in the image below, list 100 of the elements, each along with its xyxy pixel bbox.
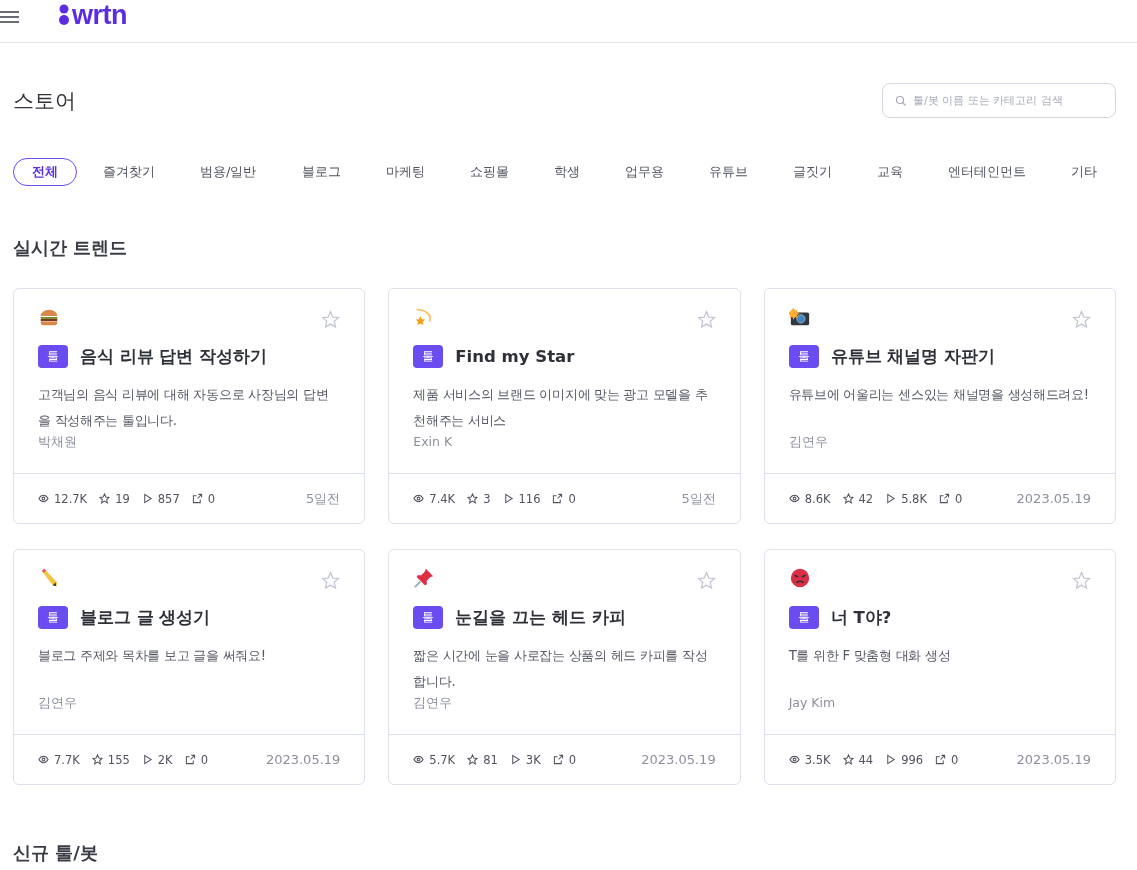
favorite-button[interactable] [321,571,341,590]
card-date: 5일전 [681,489,716,508]
star-icon [1072,571,1091,590]
author-name: Jay Kim [788,695,837,710]
star-count: 155 [107,752,130,767]
card-title: 유튜브 채널명 자판기 [830,345,996,368]
star-icon [842,754,854,765]
external-link-icon [552,493,564,504]
author-name: 박채원 [38,434,78,451]
run-count: 996 [901,752,924,767]
favorite-button[interactable] [1072,571,1091,590]
share-count: 0 [207,491,216,506]
card-description: T를 위한 F 맞춤형 대화 생성 [788,647,952,665]
external-link-icon [939,493,950,504]
author-name: Exin K [413,434,454,449]
card-description: 짧은 시간에 눈을 사로잡는 상품의 헤드 카피를 작성합니다. [413,647,709,691]
author-name: 김연우 [788,434,829,451]
star-icon [696,310,716,329]
tool-card[interactable]: 툴 블로그 글 생성기 블로그 주제와 목차를 보고 글을 써줘요! 김연우 7.7K 155 2K 0 2023.05.19 [13,549,366,785]
view-count: 8.6K [804,491,831,506]
author-name: 김연우 [413,695,454,712]
star-icon [842,493,854,504]
pushpin-icon [413,567,436,589]
star-count: 42 [858,491,874,506]
card-title: 너 T야? [830,606,892,629]
card-description: 블로그 주제와 목차를 보고 글을 써줘요! [38,647,267,665]
star-icon [467,754,479,765]
tool-badge: 툴 [38,345,68,368]
card-description: 제품 서비스의 브랜드 이미지에 맞는 광고 모델을 추천해주는 서비스 [413,386,709,430]
angry-face-icon [788,567,811,589]
share-count: 0 [568,491,576,506]
share-count: 0 [951,752,959,767]
menu-icon[interactable] [0,11,19,23]
star-count: 19 [115,491,130,506]
external-link-icon [184,754,196,765]
star-icon [321,571,341,590]
card-title: Find my Star [455,347,575,366]
page-title: 스토어 [13,87,76,115]
star-icon [99,493,111,504]
external-link-icon [935,754,947,765]
tool-card[interactable]: 툴 음식 리뷰 답변 작성하기 고객님의 음식 리뷰에 대해 자동으로 사장님의 답변을 작성해주는 툴입니다. 박채원 12.7K 19 857 0 5일전 [13,288,366,524]
play-icon [502,493,514,504]
run-count: 116 [518,491,541,506]
section-title: 실시간 트렌드 [13,236,129,260]
star-count: 81 [483,752,498,767]
logo-dots-icon [59,4,69,26]
run-count: 2K [157,752,173,767]
star-count: 44 [858,752,874,767]
tool-card[interactable]: 툴 Find my Star 제품 서비스의 브랜드 이미지에 맞는 광고 모델을 추천해주는 서비스 Exin K 7.4K 3 116 0 5일전 [388,288,741,524]
section-title: 신규 툴/봇 [13,841,99,865]
run-count: 5.8K [901,491,927,506]
card-date: 2023.05.19 [1016,752,1091,767]
play-icon [509,754,521,765]
card-title: 음식 리뷰 답변 작성하기 [80,345,268,368]
card-date: 5일전 [306,489,341,508]
eye-icon [788,493,800,504]
tool-badge: 툴 [413,606,444,629]
star-icon [467,493,479,504]
card-date: 2023.05.19 [641,752,716,767]
star-icon [91,754,103,765]
star-icon [696,571,716,590]
share-count: 0 [200,752,208,767]
view-count: 12.7K [54,491,88,506]
search-icon [895,95,907,107]
tool-card[interactable]: 툴 눈길을 끄는 헤드 카피 짧은 시간에 눈을 사로잡는 상품의 헤드 카피를 작성합니다. 김연우 5.7K 81 3K 0 2023.05.19 [388,549,741,785]
star-icon [321,310,341,329]
run-count: 3K [525,752,541,767]
view-count: 7.4K [429,491,456,506]
favorite-button[interactable] [1072,310,1091,329]
eye-icon [38,493,49,504]
card-description: 유튜브에 어울리는 센스있는 채널명을 생성해드려요! [788,386,1090,404]
play-icon [141,754,153,765]
author-name: 김연우 [38,695,78,712]
view-count: 3.5K [804,752,831,767]
logo-text[interactable]: wrtn [72,1,127,29]
tool-card[interactable]: 툴 유튜브 채널명 자판기 유튜브에 어울리는 센스있는 채널명을 생성해드려요! 김연우 8.6K 42 5.8K 0 2023.05.19 [763,288,1116,524]
eye-icon [38,754,49,765]
play-icon [885,493,897,504]
eye-icon [413,493,425,504]
tool-card[interactable]: 툴 너 T야? T를 위한 F 맞춤형 대화 생성 Jay Kim 3.5K 44 996 0 2023.05.19 [763,549,1116,785]
search-field[interactable]: 툴/봇 이름 또는 카테고리 검색 [882,83,1116,118]
card-date: 2023.05.19 [265,752,341,767]
tool-badge: 툴 [413,345,444,368]
view-count: 7.7K [54,752,80,767]
play-icon [885,754,897,765]
category-tab[interactable]: 전체 [13,158,77,186]
favorite-button[interactable] [696,310,716,329]
camera-icon [788,306,811,328]
favorite-button[interactable] [696,571,716,590]
favorite-button[interactable] [321,310,341,329]
view-count: 5.7K [429,752,456,767]
external-link-icon [552,754,564,765]
card-description: 고객님의 음식 리뷰에 대해 자동으로 사장님의 답변을 작성해주는 툴입니다. [38,386,330,430]
card-title: 눈길을 끄는 헤드 카피 [455,606,626,629]
card-title: 블로그 글 생성기 [80,606,211,629]
tool-badge: 툴 [38,606,68,629]
eye-icon [788,754,800,765]
play-icon [141,493,153,504]
external-link-icon [191,493,203,504]
star-count: 3 [483,491,491,506]
